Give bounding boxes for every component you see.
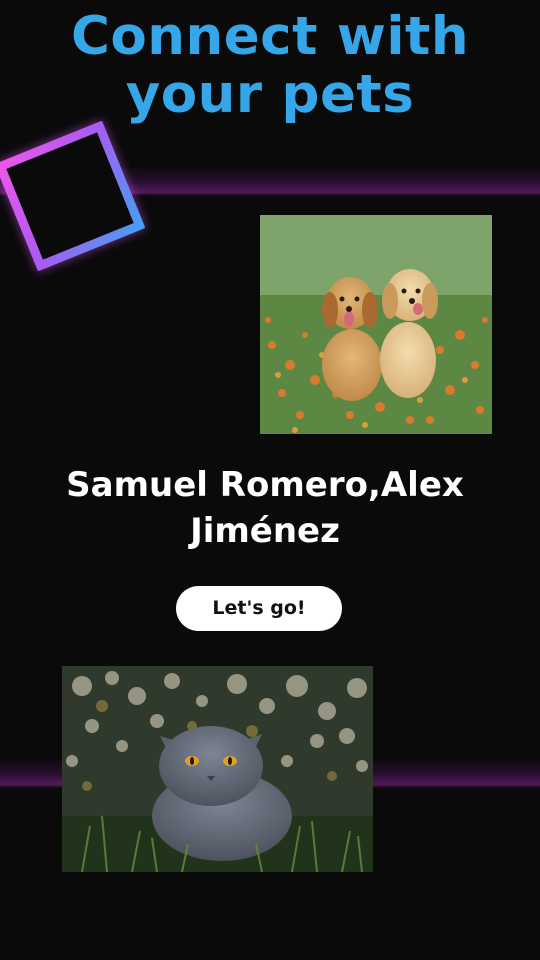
headline: Connect with your pets (70, 6, 470, 125)
pet-owner-names: Samuel Romero,Alex Jiménez (66, 465, 464, 551)
cat-illustration (62, 666, 373, 872)
puppies-illustration (260, 215, 492, 434)
lets-go-button[interactable]: Let's go! (176, 586, 342, 631)
two-puppies-photo (260, 215, 492, 434)
gray-cat-photo (62, 666, 373, 872)
neon-square-decoration (0, 120, 146, 272)
